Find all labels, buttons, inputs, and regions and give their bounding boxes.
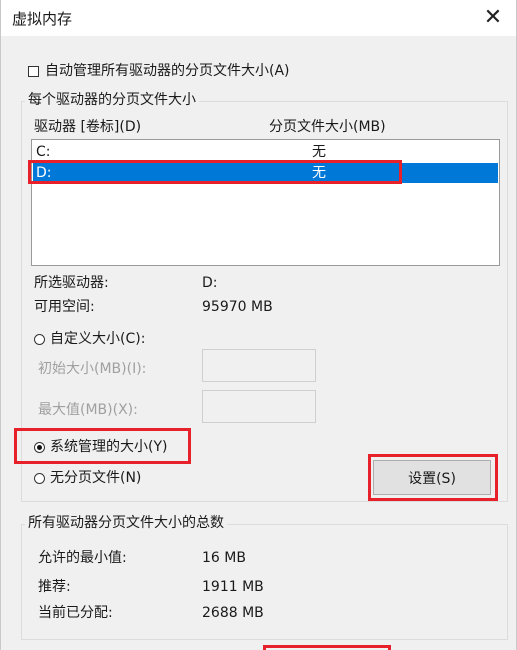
system-managed-label: 系统管理的大小(Y) <box>50 439 168 455</box>
min-allowed-value: 16 MB <box>202 550 246 566</box>
drive-letter: C: <box>36 144 51 160</box>
drive-letter: D: <box>36 165 52 181</box>
virtual-memory-dialog: 虚拟内存 ✕ 自动管理所有驱动器的分页文件大小(A) 每个驱动器的分页文件大小 … <box>0 0 517 650</box>
close-icon[interactable]: ✕ <box>478 4 508 32</box>
system-managed-radio[interactable] <box>34 441 45 453</box>
initial-size-input[interactable] <box>202 349 316 382</box>
auto-manage-checkbox-row[interactable]: 自动管理所有驱动器的分页文件大小(A) <box>28 62 290 80</box>
no-paging-label: 无分页文件(N) <box>50 470 142 486</box>
recommended-value: 1911 MB <box>202 579 264 595</box>
drive-row-d[interactable]: D: 无 <box>33 163 498 183</box>
free-space-label: 可用空间: <box>34 299 95 315</box>
annotation-highlight-bottom <box>263 645 391 650</box>
custom-size-option[interactable]: 自定义大小(C): <box>34 330 145 348</box>
currently-allocated-label: 当前已分配: <box>38 605 113 621</box>
per-drive-group-label: 每个驱动器的分页文件大小 <box>25 91 199 109</box>
max-size-input[interactable] <box>202 390 316 423</box>
selected-drive-value: D: <box>202 275 218 291</box>
max-size-label: 最大值(MB)(X): <box>38 402 138 418</box>
totals-group-label: 所有驱动器分页文件大小的总数 <box>25 514 227 532</box>
custom-size-label: 自定义大小(C): <box>50 331 146 347</box>
title-bar: 虚拟内存 ✕ <box>1 0 516 36</box>
drive-row-c[interactable]: C: 无 <box>33 142 498 162</box>
min-allowed-label: 允许的最小值: <box>38 550 127 566</box>
drive-paging-size: 无 <box>312 165 326 181</box>
no-paging-radio[interactable] <box>34 472 45 484</box>
custom-size-radio[interactable] <box>34 333 45 345</box>
size-column-header: 分页文件大小(MB) <box>269 119 386 135</box>
drive-column-header: 驱动器 [卷标](D) <box>34 119 142 135</box>
selected-drive-label: 所选驱动器: <box>34 275 109 291</box>
drive-paging-size: 无 <box>312 144 326 160</box>
free-space-value: 95970 MB <box>202 299 273 315</box>
drive-list[interactable]: C: 无 D: 无 <box>31 139 500 266</box>
window-title: 虚拟内存 <box>12 10 73 28</box>
auto-manage-checkbox[interactable] <box>28 65 39 77</box>
auto-manage-label: 自动管理所有驱动器的分页文件大小(A) <box>45 63 290 79</box>
recommended-label: 推荐: <box>38 579 71 595</box>
totals-group <box>21 524 508 640</box>
set-button[interactable]: 设置(S) <box>373 460 491 495</box>
system-managed-option[interactable]: 系统管理的大小(Y) <box>34 438 167 456</box>
no-paging-option[interactable]: 无分页文件(N) <box>34 469 141 487</box>
currently-allocated-value: 2688 MB <box>202 605 264 621</box>
initial-size-label: 初始大小(MB)(I): <box>38 361 147 377</box>
